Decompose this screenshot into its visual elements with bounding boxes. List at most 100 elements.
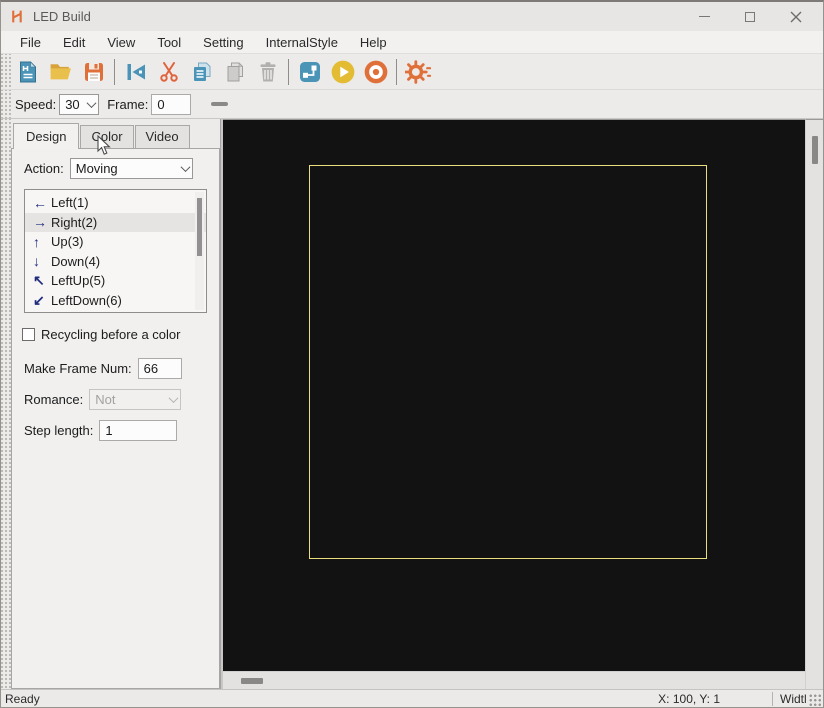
first-frame-button[interactable] bbox=[119, 56, 152, 88]
canvas-column bbox=[223, 119, 805, 689]
trash-icon bbox=[256, 60, 280, 84]
app-logo-icon bbox=[9, 8, 26, 25]
menu-internalstyle[interactable]: InternalStyle bbox=[255, 33, 349, 52]
window-title: LED Build bbox=[33, 9, 91, 24]
romance-value: Not bbox=[95, 392, 170, 407]
led-canvas[interactable] bbox=[223, 120, 805, 671]
main-area: Design Color Video Action: Moving bbox=[1, 119, 823, 689]
close-button[interactable] bbox=[781, 6, 811, 28]
save-button[interactable] bbox=[77, 56, 110, 88]
play-icon bbox=[330, 59, 356, 85]
speed-label: Speed: bbox=[15, 97, 56, 112]
play-button[interactable] bbox=[326, 56, 359, 88]
menu-edit[interactable]: Edit bbox=[52, 33, 96, 52]
cut-button[interactable] bbox=[152, 56, 185, 88]
action-select[interactable]: Moving bbox=[70, 158, 193, 179]
menu-tool[interactable]: Tool bbox=[146, 33, 192, 52]
status-coordinates: X: 100, Y: 1 bbox=[658, 692, 720, 706]
canvas-hscrollbar[interactable] bbox=[223, 671, 805, 689]
settings-button[interactable] bbox=[401, 56, 434, 88]
recycling-checkbox[interactable] bbox=[22, 328, 35, 341]
frame-input[interactable] bbox=[151, 94, 191, 115]
chevron-down-icon bbox=[169, 393, 179, 403]
status-ready: Ready bbox=[1, 692, 658, 706]
speed-frame-bar: Speed: 30 Frame: bbox=[1, 90, 823, 119]
recycling-label: Recycling before a color bbox=[41, 327, 180, 342]
toolbar bbox=[1, 54, 823, 90]
list-item-up[interactable]: ↑ Up(3) bbox=[25, 232, 206, 252]
action-value: Moving bbox=[76, 161, 182, 176]
maximize-icon bbox=[745, 12, 755, 22]
list-item-left[interactable]: ← Left(1) bbox=[25, 193, 206, 213]
list-item-label: Right(2) bbox=[51, 215, 97, 230]
panel-gripper[interactable] bbox=[1, 119, 11, 689]
menu-help[interactable]: Help bbox=[349, 33, 398, 52]
design-tab-page: Action: Moving ← Left(1) → bbox=[11, 148, 220, 689]
chevron-down-icon bbox=[180, 162, 190, 172]
speedbar-gripper[interactable] bbox=[1, 90, 11, 118]
speed-value: 30 bbox=[65, 97, 88, 112]
list-item-label: Down(4) bbox=[51, 254, 100, 269]
list-item-label: LeftUp(5) bbox=[51, 273, 105, 288]
list-item-leftdown[interactable]: ↙ LeftDown(6) bbox=[25, 291, 206, 311]
copy-button[interactable] bbox=[185, 56, 218, 88]
menu-setting[interactable]: Setting bbox=[192, 33, 254, 52]
list-item-leftup[interactable]: ↖ LeftUp(5) bbox=[25, 271, 206, 291]
step-length-input[interactable] bbox=[99, 420, 177, 441]
list-scrollbar[interactable] bbox=[195, 192, 204, 310]
copy-icon bbox=[190, 60, 214, 84]
tab-color[interactable]: Color bbox=[80, 125, 133, 148]
canvas-vscrollbar-thumb[interactable] bbox=[812, 136, 818, 164]
node-link-button[interactable] bbox=[293, 56, 326, 88]
stop-button[interactable] bbox=[359, 56, 392, 88]
list-item-right[interactable]: → Right(2) bbox=[25, 213, 206, 233]
new-file-button[interactable] bbox=[11, 56, 44, 88]
panel-tabstrip: Design Color Video bbox=[11, 123, 220, 148]
action-listbox: ← Left(1) → Right(2) ↑ Up(3) ↓ bbox=[24, 189, 207, 313]
paste-icon bbox=[223, 60, 247, 84]
maximize-button[interactable] bbox=[735, 6, 765, 28]
titlebar: LED Build bbox=[1, 2, 823, 31]
canvas-hscrollbar-thumb[interactable] bbox=[241, 678, 263, 684]
step-length-label: Step length: bbox=[24, 423, 93, 438]
stop-icon bbox=[363, 59, 389, 85]
canvas-vscrollbar[interactable] bbox=[805, 119, 823, 689]
open-file-button[interactable] bbox=[44, 56, 77, 88]
toolbar-separator bbox=[288, 59, 289, 85]
minimize-button[interactable] bbox=[689, 6, 719, 28]
new-file-icon bbox=[16, 60, 40, 84]
paste-button[interactable] bbox=[218, 56, 251, 88]
speed-select[interactable]: 30 bbox=[59, 94, 99, 115]
close-icon bbox=[790, 11, 802, 23]
tab-video[interactable]: Video bbox=[135, 125, 190, 148]
menu-view[interactable]: View bbox=[96, 33, 146, 52]
list-scrollbar-thumb[interactable] bbox=[197, 198, 202, 256]
arrow-upleft-icon: ↖ bbox=[33, 272, 51, 289]
tab-design[interactable]: Design bbox=[13, 123, 79, 149]
chevron-down-icon bbox=[87, 98, 97, 108]
side-panel: Design Color Video Action: Moving bbox=[11, 119, 220, 689]
list-item-down[interactable]: ↓ Down(4) bbox=[25, 252, 206, 272]
settings-gear-icon bbox=[405, 59, 431, 85]
save-icon bbox=[82, 60, 106, 84]
selection-rectangle[interactable] bbox=[309, 165, 707, 559]
delete-button[interactable] bbox=[251, 56, 284, 88]
app-window: LED Build File Edit View Tool Setting In… bbox=[0, 0, 824, 708]
toolbar-gripper[interactable] bbox=[1, 54, 11, 89]
drag-handle[interactable] bbox=[211, 102, 228, 106]
action-label: Action: bbox=[24, 161, 64, 176]
open-folder-icon bbox=[48, 59, 73, 84]
resize-grip[interactable] bbox=[809, 694, 822, 707]
romance-select[interactable]: Not bbox=[89, 389, 181, 410]
list-item-label: Up(3) bbox=[51, 234, 84, 249]
menu-file[interactable]: File bbox=[9, 33, 52, 52]
arrow-right-icon: → bbox=[33, 214, 51, 230]
cut-scissors-icon bbox=[157, 60, 181, 84]
frame-label: Frame: bbox=[107, 97, 148, 112]
make-frame-label: Make Frame Num: bbox=[24, 361, 132, 376]
make-frame-input[interactable] bbox=[138, 358, 182, 379]
arrow-up-icon: ↑ bbox=[33, 234, 51, 250]
arrow-downleft-icon: ↙ bbox=[33, 292, 51, 309]
status-width: Widtl bbox=[773, 692, 809, 706]
statusbar: Ready X: 100, Y: 1 Widtl bbox=[1, 689, 823, 707]
